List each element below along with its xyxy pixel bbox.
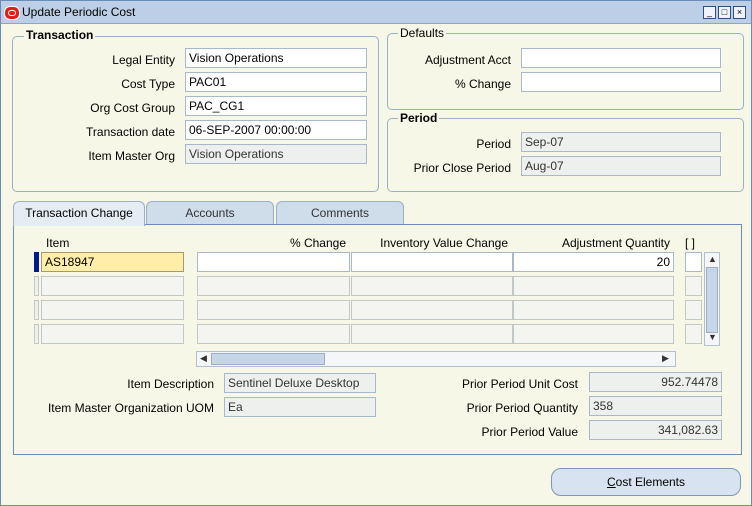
scroll-down-icon[interactable]: ▼	[708, 332, 717, 342]
defaults-group-title: Defaults	[398, 26, 447, 40]
empty-cell[interactable]	[685, 276, 702, 296]
legal-entity-field[interactable]: Vision Operations	[185, 48, 367, 68]
title-bar: Update Periodic Cost _ □ ×	[1, 1, 751, 24]
empty-cell[interactable]	[513, 324, 674, 344]
item-description-field: Sentinel Deluxe Desktop	[224, 373, 376, 393]
col-header-flexfield: [ ]	[685, 236, 696, 250]
oracle-app-icon	[4, 6, 20, 20]
cost-type-field[interactable]: PAC01	[185, 72, 367, 92]
prior-period-quantity-label: Prior Period Quantity	[466, 401, 578, 415]
cost-type-label: Cost Type	[121, 77, 175, 91]
item-description-label: Item Description	[127, 377, 214, 391]
row-selector[interactable]	[34, 324, 39, 344]
item-master-org-label: Item Master Org	[88, 149, 175, 163]
empty-cell[interactable]	[351, 300, 513, 320]
transaction-date-field[interactable]: 06-SEP-2007 00:00:00	[185, 120, 367, 140]
empty-cell[interactable]	[513, 276, 674, 296]
empty-cell[interactable]	[197, 276, 350, 296]
row-selector[interactable]	[34, 276, 39, 296]
tab-transaction-change[interactable]: Transaction Change	[13, 201, 145, 226]
adjustment-acct-label: Adjustment Acct	[424, 53, 511, 67]
org-cost-group-field[interactable]: PAC_CG1	[185, 96, 367, 116]
col-header-inventory-value-change: Inventory Value Change	[380, 236, 508, 250]
close-icon[interactable]: ×	[733, 6, 746, 19]
horizontal-scroll-thumb[interactable]	[211, 353, 325, 365]
col-header-adjustment-quantity: Adjustment Quantity	[561, 236, 670, 250]
period-label: Period	[476, 137, 511, 151]
cost-elements-button[interactable]: Cost Elements	[551, 468, 741, 496]
empty-cell[interactable]	[685, 324, 702, 344]
row-selector[interactable]	[34, 300, 39, 320]
grid-horizontal-scrollbar[interactable]: ◀ ▶	[196, 351, 676, 367]
period-group	[387, 118, 744, 192]
cost-elements-label: ost Elements	[615, 475, 686, 489]
transaction-group-title: Transaction	[24, 28, 96, 42]
org-cost-group-label: Org Cost Group	[90, 101, 175, 115]
prior-period-quantity-field: 358	[589, 396, 722, 416]
minimize-icon[interactable]: _	[703, 6, 716, 19]
prior-period-unit-cost-field: 952.74478	[589, 372, 722, 392]
item-master-org-uom-label: Item Master Organization UOM	[47, 401, 214, 415]
window-title: Update Periodic Cost	[22, 5, 136, 19]
item-cell[interactable]: AS18947	[41, 252, 184, 272]
inventory-value-change-cell[interactable]	[351, 252, 513, 272]
empty-cell[interactable]	[41, 276, 184, 296]
vertical-scroll-thumb[interactable]	[706, 267, 718, 333]
transaction-date-label: Transaction date	[86, 125, 175, 139]
legal-entity-label: Legal Entity	[112, 53, 175, 67]
scroll-up-icon[interactable]: ▲	[708, 254, 717, 264]
tab-accounts[interactable]: Accounts	[146, 201, 274, 224]
flexfield-cell[interactable]	[685, 252, 702, 272]
grid-vertical-scrollbar[interactable]: ▲ ▼	[704, 252, 720, 346]
prior-period-unit-cost-label: Prior Period Unit Cost	[461, 377, 578, 391]
adjustment-quantity-cell[interactable]: 20	[513, 252, 674, 272]
pct-change-field[interactable]	[521, 72, 721, 92]
prior-period-value-field: 341,082.63	[589, 420, 722, 440]
empty-cell[interactable]	[685, 300, 702, 320]
prior-period-value-label: Prior Period Value	[481, 425, 579, 439]
item-master-org-uom-field: Ea	[224, 397, 376, 417]
empty-cell[interactable]	[197, 324, 350, 344]
maximize-icon[interactable]: □	[718, 6, 731, 19]
pct-change-cell[interactable]	[197, 252, 350, 272]
col-header-item: Item	[46, 236, 70, 250]
empty-cell[interactable]	[41, 324, 184, 344]
scroll-right-icon[interactable]: ▶	[662, 353, 669, 364]
tab-comments[interactable]: Comments	[276, 201, 404, 224]
scroll-left-icon[interactable]: ◀	[200, 353, 207, 364]
prior-close-period-label: Prior Close Period	[413, 161, 511, 175]
adjustment-acct-field[interactable]	[521, 48, 721, 68]
empty-cell[interactable]	[351, 276, 513, 296]
empty-cell[interactable]	[351, 324, 513, 344]
item-master-org-field: Vision Operations	[185, 144, 367, 164]
row-selector-current[interactable]	[34, 252, 39, 272]
period-group-title: Period	[398, 111, 440, 125]
empty-cell[interactable]	[197, 300, 350, 320]
prior-close-period-field: Aug-07	[521, 156, 721, 176]
col-header-pct-change: % Change	[289, 236, 346, 250]
empty-cell[interactable]	[513, 300, 674, 320]
period-field: Sep-07	[521, 132, 721, 152]
pct-change-label: % Change	[454, 77, 511, 91]
cost-elements-mnemonic: C	[606, 475, 616, 489]
empty-cell[interactable]	[41, 300, 184, 320]
